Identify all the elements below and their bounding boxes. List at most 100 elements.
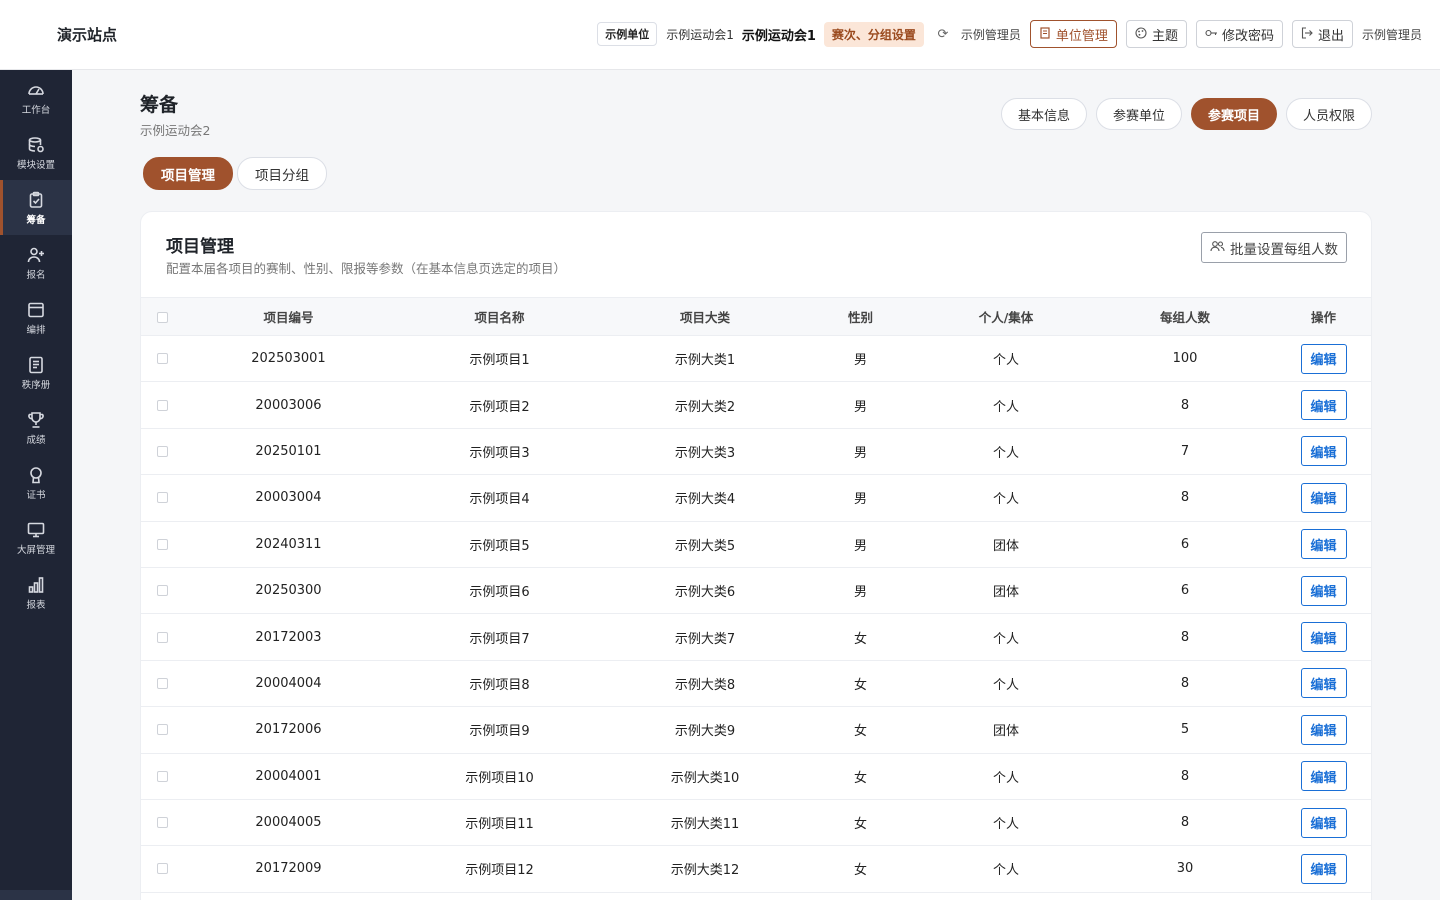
edit-button[interactable]: 编辑 <box>1300 529 1347 560</box>
row-select-cell <box>141 381 183 429</box>
row-checkbox[interactable] <box>156 353 168 365</box>
individual-team-cell: 个人 <box>916 660 1096 708</box>
table-header-row: 项目编号 项目名称 项目大类 性别 个人/集体 每组人数 操作 <box>141 297 1371 336</box>
edit-button[interactable]: 编辑 <box>1300 575 1347 606</box>
sidebar-item-certificates[interactable]: 证书 <box>0 455 72 510</box>
row-checkbox[interactable] <box>156 538 168 550</box>
site-name[interactable]: 演示站点 <box>57 24 117 45</box>
edit-button[interactable]: 编辑 <box>1300 390 1347 421</box>
edit-button[interactable]: 编辑 <box>1300 622 1347 653</box>
change-password-button[interactable]: 修改密码 <box>1195 20 1283 48</box>
edit-button[interactable]: 编辑 <box>1300 853 1347 884</box>
col-event-category[interactable]: 项目大类 <box>605 297 805 336</box>
meet-name-small: 示例运动会1 <box>666 27 734 42</box>
table-row: 20172006 示例项目9 示例大类9 女团体 5 编辑 <box>141 706 1371 754</box>
sidebar-item-reports[interactable]: 报表 <box>0 565 72 620</box>
current-meet-name[interactable]: 示例运动会1 <box>742 25 816 44</box>
edit-button[interactable]: 编辑 <box>1300 343 1347 374</box>
tab-event-grouping[interactable]: 项目分组 <box>237 157 327 190</box>
theme-button[interactable]: 主题 <box>1125 20 1187 48</box>
event-category-cell: 示例大类9 <box>605 706 805 754</box>
actions-cell: 编辑 <box>1274 660 1371 708</box>
row-checkbox[interactable] <box>156 492 168 504</box>
event-code-cell: 20003006 <box>183 381 394 429</box>
actions-cell: 编辑 <box>1274 613 1371 661</box>
col-group-size[interactable]: 每组人数 <box>1096 297 1274 336</box>
group-size-cell: 6 <box>1096 567 1274 615</box>
tab-basic-info[interactable]: 基本信息 <box>1000 98 1087 130</box>
actions-cell: 编辑 <box>1274 428 1371 476</box>
sidebar-item-preparation[interactable]: 筹备 <box>0 180 72 235</box>
event-table-body: 202503001 示例项目1 示例大类1 男个人 100 编辑 20003006 示例项目2… <box>141 335 1371 893</box>
logout-button[interactable]: 退出 <box>1291 20 1353 48</box>
event-name-cell: 示例项目4 <box>394 474 605 522</box>
event-name-cell: 示例项目7 <box>394 613 605 661</box>
sidebar-item-registration[interactable]: 报名 <box>0 235 72 290</box>
tab-participating-units[interactable]: 参赛单位 <box>1095 98 1182 130</box>
unit-management-label: 单位管理 <box>1055 28 1108 44</box>
event-name-cell: 示例项目1 <box>394 335 605 383</box>
row-checkbox[interactable] <box>156 585 168 597</box>
col-gender[interactable]: 性别 <box>805 297 916 336</box>
row-checkbox[interactable] <box>156 817 168 829</box>
book-icon <box>26 355 46 375</box>
tab-permissions[interactable]: 人员权限 <box>1285 98 1372 130</box>
event-management-card: 项目管理 配置本届各项目的赛制、性别、限报等参数（在基本信息页选定的项目） 批量… <box>140 211 1372 900</box>
tab-participating-events[interactable]: 参赛项目 <box>1190 98 1277 130</box>
row-checkbox[interactable] <box>156 631 168 643</box>
edit-button[interactable]: 编辑 <box>1300 807 1347 838</box>
user-name[interactable]: 示例管理员 <box>1362 26 1422 43</box>
col-event-name[interactable]: 项目名称 <box>394 297 605 336</box>
table-row: 20003004 示例项目4 示例大类4 男个人 8 编辑 <box>141 474 1371 522</box>
event-category-cell: 示例大类11 <box>605 799 805 847</box>
edit-button[interactable]: 编辑 <box>1300 714 1347 745</box>
change-password-label: 修改密码 <box>1221 28 1274 44</box>
table-row: 20172003 示例项目7 示例大类7 女个人 8 编辑 <box>141 613 1371 661</box>
batch-set-label: 批量设置每组人数 <box>1230 241 1338 258</box>
col-event-code[interactable]: 项目编号 <box>183 297 394 336</box>
logout-label: 退出 <box>1317 28 1344 44</box>
sidebar-item-label: 工作台 <box>21 104 51 116</box>
sidebar-item-results[interactable]: 成绩 <box>0 400 72 455</box>
refresh-icon[interactable]: ⟳ <box>936 27 950 42</box>
actions-cell: 编辑 <box>1274 753 1371 800</box>
batch-set-group-size-button[interactable]: 批量设置每组人数 <box>1201 232 1347 263</box>
sub-tabs: 项目管理 项目分组 <box>143 157 327 190</box>
key-icon <box>1205 27 1217 42</box>
building-icon <box>1039 26 1051 42</box>
event-code-cell: 20004005 <box>183 799 394 847</box>
edit-button[interactable]: 编辑 <box>1300 482 1347 513</box>
sidebar-item-program-book[interactable]: 秩序册 <box>0 345 72 400</box>
col-individual-team[interactable]: 个人/集体 <box>916 297 1096 336</box>
row-checkbox[interactable] <box>156 770 168 782</box>
row-select-cell <box>141 521 183 568</box>
event-name-cell: 示例项目2 <box>394 381 605 429</box>
sidebar-item-label: 大屏管理 <box>16 544 55 556</box>
row-select-cell <box>141 706 183 754</box>
sidebar-item-scheduling[interactable]: 编排 <box>0 290 72 345</box>
unit-management-button[interactable]: 单位管理 <box>1029 20 1117 48</box>
select-all-checkbox[interactable] <box>156 312 168 323</box>
sidebar-item-modules[interactable]: 模块设置 <box>0 125 72 180</box>
individual-team-cell: 个人 <box>916 799 1096 847</box>
actions-cell: 编辑 <box>1274 706 1371 754</box>
card-description: 配置本届各项目的赛制、性别、限报等参数（在基本信息页选定的项目） <box>166 261 567 276</box>
edit-button[interactable]: 编辑 <box>1300 436 1347 467</box>
actions-cell: 编辑 <box>1274 474 1371 522</box>
trophy-icon <box>26 410 46 430</box>
row-checkbox[interactable] <box>156 863 168 875</box>
row-checkbox[interactable] <box>156 677 168 689</box>
row-checkbox[interactable] <box>156 445 168 457</box>
tab-event-management[interactable]: 项目管理 <box>143 157 233 190</box>
gender-cell: 男 <box>805 521 916 568</box>
stage-tag[interactable]: 赛次、分组设置 <box>823 21 924 47</box>
row-checkbox[interactable] <box>156 399 168 411</box>
event-code-cell: 20172003 <box>183 613 394 661</box>
sidebar-item-big-screen[interactable]: 大屏管理 <box>0 510 72 565</box>
edit-button[interactable]: 编辑 <box>1300 668 1347 699</box>
edit-button[interactable]: 编辑 <box>1300 761 1347 792</box>
event-code-cell: 20240311 <box>183 521 394 568</box>
sidebar-item-dashboard[interactable]: 工作台 <box>0 70 72 125</box>
row-checkbox[interactable] <box>156 724 168 736</box>
row-select-cell <box>141 753 183 800</box>
